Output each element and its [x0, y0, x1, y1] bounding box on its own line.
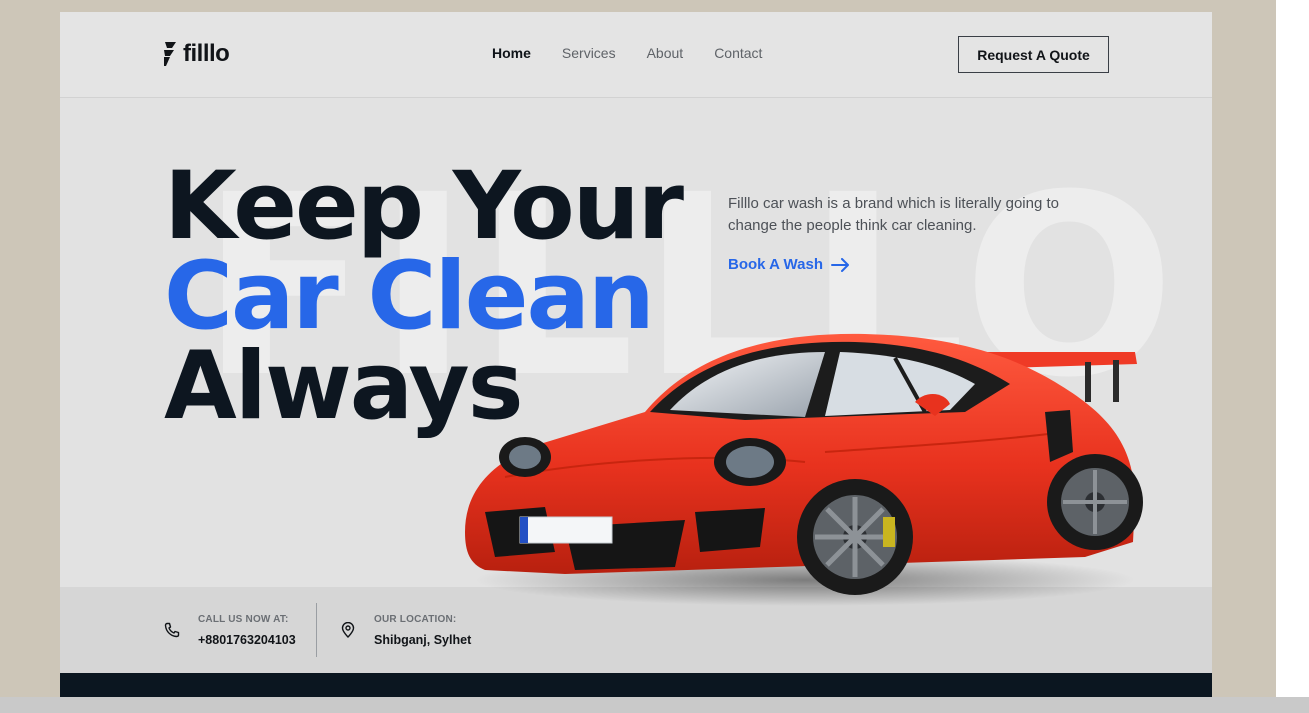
info-divider	[316, 603, 317, 657]
phone-value: +8801763204103	[198, 632, 296, 647]
phone-info[interactable]: CALL US NOW AT: +8801763204103	[164, 587, 296, 673]
footer-band	[60, 673, 1212, 697]
website-frame: filllo Home Services About Contact Reque…	[60, 12, 1212, 697]
arrow-right-icon	[831, 257, 850, 272]
nav-about[interactable]: About	[647, 45, 684, 61]
car-image	[465, 333, 1143, 606]
site-header: filllo Home Services About Contact Reque…	[60, 12, 1212, 98]
location-value: Shibganj, Sylhet	[374, 632, 472, 647]
brand-mark-icon	[164, 42, 176, 66]
book-wash-label: Book A Wash	[728, 256, 824, 273]
hero-description: Filllo car wash is a brand which is lite…	[728, 195, 1059, 234]
nav-home[interactable]: Home	[492, 45, 531, 61]
headline-line-1: Keep Your	[164, 152, 684, 261]
phone-icon	[164, 622, 180, 638]
book-wash-link[interactable]: Book A Wash	[728, 256, 851, 273]
phone-label: CALL US NOW AT:	[198, 613, 289, 625]
map-pin-icon	[341, 622, 355, 638]
request-quote-button[interactable]: Request A Quote	[958, 36, 1109, 73]
brand-name: filllo	[183, 40, 230, 67]
nav-services[interactable]: Services	[562, 45, 616, 61]
main-nav: Home Services About Contact	[492, 45, 762, 61]
location-label: OUR LOCATION:	[374, 613, 457, 625]
bottom-strip	[0, 697, 1309, 713]
brand-logo[interactable]: filllo	[163, 40, 230, 68]
nav-contact[interactable]: Contact	[714, 45, 762, 61]
